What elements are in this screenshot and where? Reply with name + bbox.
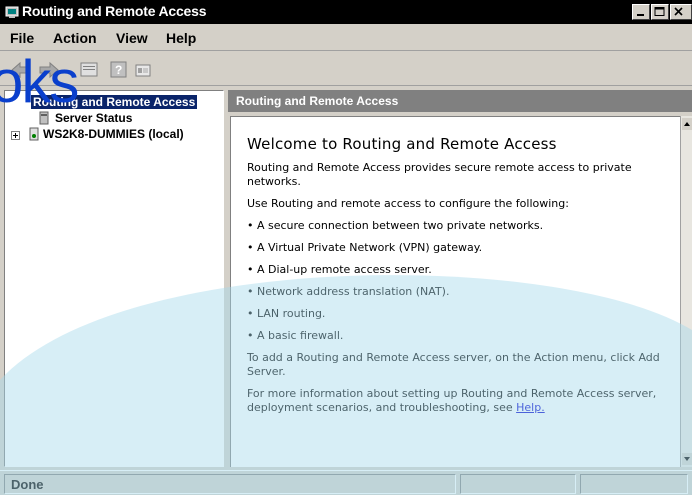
help-link[interactable]: Help. (516, 401, 545, 414)
pane-header: Routing and Remote Access (228, 90, 692, 112)
close-icon (674, 7, 683, 16)
overlay-watermark-text: oks (0, 48, 79, 115)
bullet-item: • A secure connection between two privat… (247, 219, 544, 232)
status-cell-2 (460, 474, 576, 494)
menu-file[interactable]: File (10, 30, 34, 46)
window-title: Routing and Remote Access (22, 3, 207, 19)
tree-server-label: WS2K8-DUMMIES (local) (43, 127, 184, 141)
details-pane: Routing and Remote Access Welcome to Rou… (228, 90, 692, 467)
menu-bar: File Action View Help (0, 25, 692, 51)
bullet-item: • A Virtual Private Network (VPN) gatewa… (247, 241, 483, 254)
add-server-text: To add a Routing and Remote Access serve… (247, 351, 660, 378)
properties-icon (80, 62, 98, 77)
use-line: Use Routing and remote access to configu… (247, 197, 569, 210)
maximize-icon (654, 7, 665, 16)
welcome-heading: Welcome to Routing and Remote Access (247, 135, 557, 153)
scroll-down-icon (684, 457, 690, 461)
main-window: Routing and Remote Access File Action Vi… (0, 0, 692, 495)
close-button[interactable] (670, 4, 692, 20)
intro-text: Routing and Remote Access provides secur… (247, 161, 632, 188)
svg-text:?: ? (115, 63, 122, 77)
maximize-button[interactable] (651, 4, 669, 20)
status-cell-3 (580, 474, 688, 494)
minimize-icon (637, 14, 644, 16)
bullet-item: • A Dial-up remote access server. (247, 263, 432, 276)
toolbar: ? (0, 52, 692, 86)
help-button[interactable]: ? (110, 61, 128, 79)
help-icon: ? (110, 61, 127, 78)
status-cell-main: Done (4, 474, 456, 494)
expand-icon[interactable] (11, 131, 20, 140)
server-icon (27, 127, 41, 144)
routing-icon (4, 4, 20, 20)
minimize-button[interactable] (632, 4, 650, 20)
menu-action[interactable]: Action (53, 30, 97, 46)
more-info-body: For more information about setting up Ro… (247, 387, 657, 414)
scroll-up-button[interactable] (682, 118, 692, 130)
title-bar[interactable]: Routing and Remote Access (0, 0, 692, 24)
vertical-scrollbar[interactable] (680, 116, 692, 467)
status-text: Done (11, 477, 44, 492)
bullet-item: • Network address translation (NAT). (247, 285, 450, 298)
console-tree[interactable]: Routing and Remote Access Server Status … (4, 90, 224, 467)
scroll-up-icon (684, 122, 690, 126)
scroll-down-button[interactable] (682, 453, 692, 465)
console-icon (135, 64, 151, 77)
more-info-text: For more information about setting up Ro… (247, 387, 667, 415)
welcome-content: Welcome to Routing and Remote Access Rou… (230, 116, 680, 467)
bullet-item: • A basic firewall. (247, 329, 344, 342)
console-button[interactable] (134, 61, 152, 79)
menu-view[interactable]: View (116, 30, 148, 46)
status-bar: Done (0, 470, 692, 495)
menu-help[interactable]: Help (166, 30, 196, 46)
properties-button[interactable] (80, 61, 98, 79)
bullet-item: • LAN routing. (247, 307, 326, 320)
